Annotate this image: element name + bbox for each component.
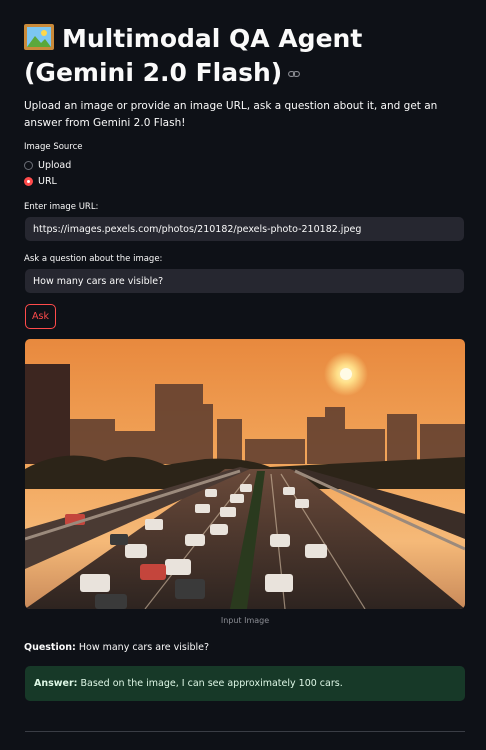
radio-upload[interactable]: Upload bbox=[24, 160, 71, 171]
divider bbox=[25, 731, 465, 732]
link-icon[interactable] bbox=[288, 69, 301, 79]
answer-box: Answer: Based on the image, I can see ap… bbox=[25, 666, 465, 701]
radio-selected-icon bbox=[24, 177, 33, 186]
radio-url-label: URL bbox=[38, 176, 57, 187]
title-text: Multimodal QA Agent (Gemini 2.0 Flash) bbox=[24, 24, 363, 87]
radio-url[interactable]: URL bbox=[24, 176, 57, 187]
image-source-label: Image Source bbox=[24, 142, 83, 152]
app-page: Multimodal QA Agent (Gemini 2.0 Flash) U… bbox=[0, 0, 486, 750]
question-input[interactable]: How many cars are visible? bbox=[25, 269, 464, 293]
url-input-label: Enter image URL: bbox=[24, 202, 99, 212]
answer-text: Based on the image, I can see approximat… bbox=[80, 678, 343, 689]
question-label: Question: bbox=[24, 642, 76, 653]
city-highway-photo bbox=[25, 339, 465, 609]
question-input-label: Ask a question about the image: bbox=[24, 254, 163, 264]
answer-label: Answer: bbox=[34, 678, 78, 689]
url-input[interactable]: https://images.pexels.com/photos/210182/… bbox=[25, 217, 464, 241]
question-text: How many cars are visible? bbox=[78, 642, 210, 653]
ask-button[interactable]: Ask bbox=[25, 304, 56, 329]
app-description: Upload an image or provide an image URL,… bbox=[24, 100, 438, 129]
question-display: Question: How many cars are visible? bbox=[24, 642, 209, 653]
radio-circle-icon bbox=[24, 161, 33, 170]
page-title: Multimodal QA Agent (Gemini 2.0 Flash) bbox=[24, 22, 464, 90]
input-image bbox=[25, 339, 465, 609]
framed-picture-icon bbox=[24, 24, 54, 50]
radio-upload-label: Upload bbox=[38, 160, 72, 171]
image-caption: Input Image bbox=[220, 616, 270, 625]
